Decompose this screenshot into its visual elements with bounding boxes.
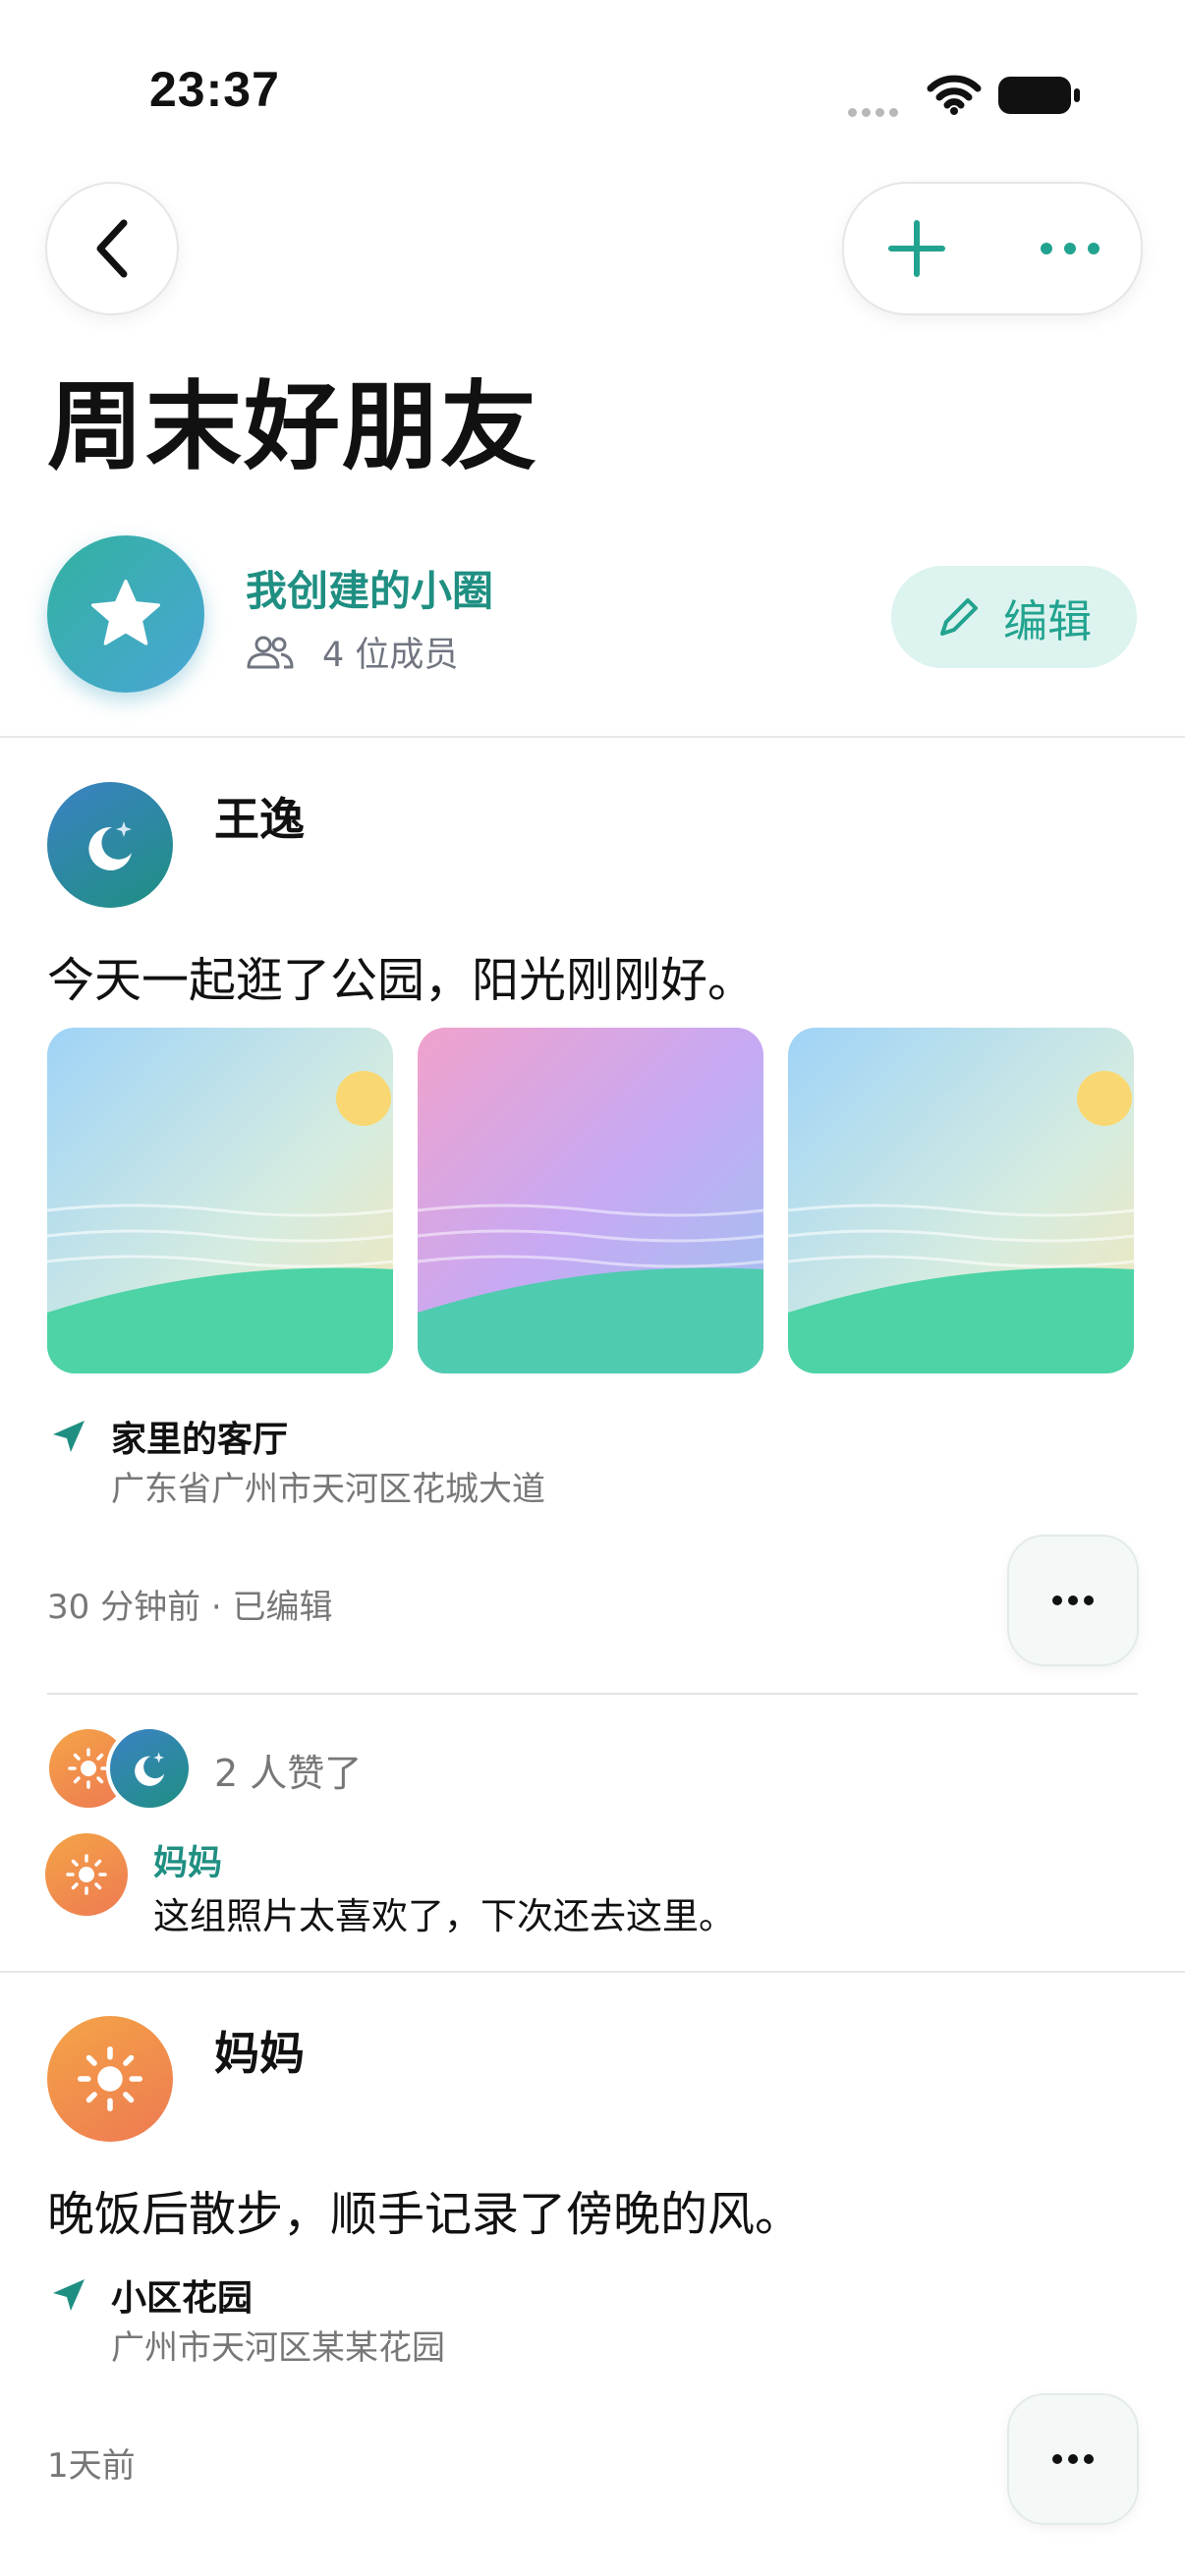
location-arrow-icon [49, 1417, 88, 1460]
location-name[interactable]: 小区花园 [111, 2269, 253, 2321]
comment-text: 这组照片太喜欢了，下次还去这里。 [153, 1895, 735, 1937]
likes-count[interactable]: 2 人赞了 [214, 1743, 362, 1797]
chevron-left-icon [96, 219, 128, 278]
circle-avatar [47, 535, 204, 693]
plus-icon [888, 220, 945, 277]
post-author-avatar[interactable] [47, 782, 173, 908]
sun-icon [77, 2045, 143, 2112]
more-options-button[interactable] [1021, 209, 1119, 288]
more-horizontal-icon [1041, 243, 1100, 254]
section-divider [0, 736, 1185, 738]
member-count-text: 4 位成员 [322, 636, 459, 675]
section-divider [0, 1971, 1185, 1973]
pencil-icon [939, 598, 978, 636]
post-photo[interactable] [47, 1028, 393, 1373]
location-address: 广州市天河区某某花园 [111, 2328, 445, 2368]
post-meta: 1天前 [47, 2446, 136, 2486]
post-author-name: 王逸 [214, 793, 305, 846]
wifi-icon [927, 75, 982, 120]
location-name[interactable]: 家里的客厅 [111, 1411, 288, 1462]
users-icon [247, 636, 294, 668]
circle-label: 我创建的小圈 [246, 567, 494, 615]
page-title: 周末好朋友 [47, 371, 539, 483]
post-photo[interactable] [418, 1028, 763, 1373]
sun-icon [68, 1748, 109, 1789]
sun-icon [66, 1854, 107, 1895]
member-count: 4 位成员 [246, 627, 458, 677]
star-icon [91, 580, 160, 645]
top-actions [842, 182, 1143, 315]
post-more-button[interactable] [1007, 1535, 1139, 1666]
status-time: 23:37 [149, 62, 280, 117]
post-photo[interactable] [788, 1028, 1134, 1373]
post-more-button[interactable] [1007, 2393, 1139, 2525]
more-horizontal-icon [1052, 2454, 1094, 2464]
post-divider [47, 1693, 1138, 1695]
post-author-avatar[interactable] [47, 2016, 173, 2142]
location-arrow-icon [49, 2275, 88, 2319]
edit-button[interactable]: 编辑 [891, 566, 1137, 668]
like-avatar[interactable] [106, 1725, 193, 1812]
commenter-avatar[interactable] [45, 1833, 128, 1916]
moon-icon [135, 1752, 165, 1786]
comment-author[interactable]: 妈妈 [153, 1835, 222, 1885]
post-meta: 30 分钟前 · 已编辑 [47, 1588, 333, 1627]
moon-icon [88, 821, 132, 870]
edit-label: 编辑 [1002, 594, 1092, 647]
location-address: 广东省广州市天河区花城大道 [111, 1470, 545, 1509]
post-author-name: 妈妈 [214, 2027, 305, 2080]
battery-icon [998, 75, 1081, 116]
add-button[interactable] [877, 209, 956, 288]
post-text: 今天一起逛了公园，阳光刚刚好。 [47, 953, 756, 1008]
signal-icon [848, 102, 903, 121]
more-horizontal-icon [1052, 1596, 1094, 1605]
post-text: 晚饭后散步，顺手记录了傍晚的风。 [47, 2187, 803, 2242]
back-button[interactable] [45, 182, 179, 315]
